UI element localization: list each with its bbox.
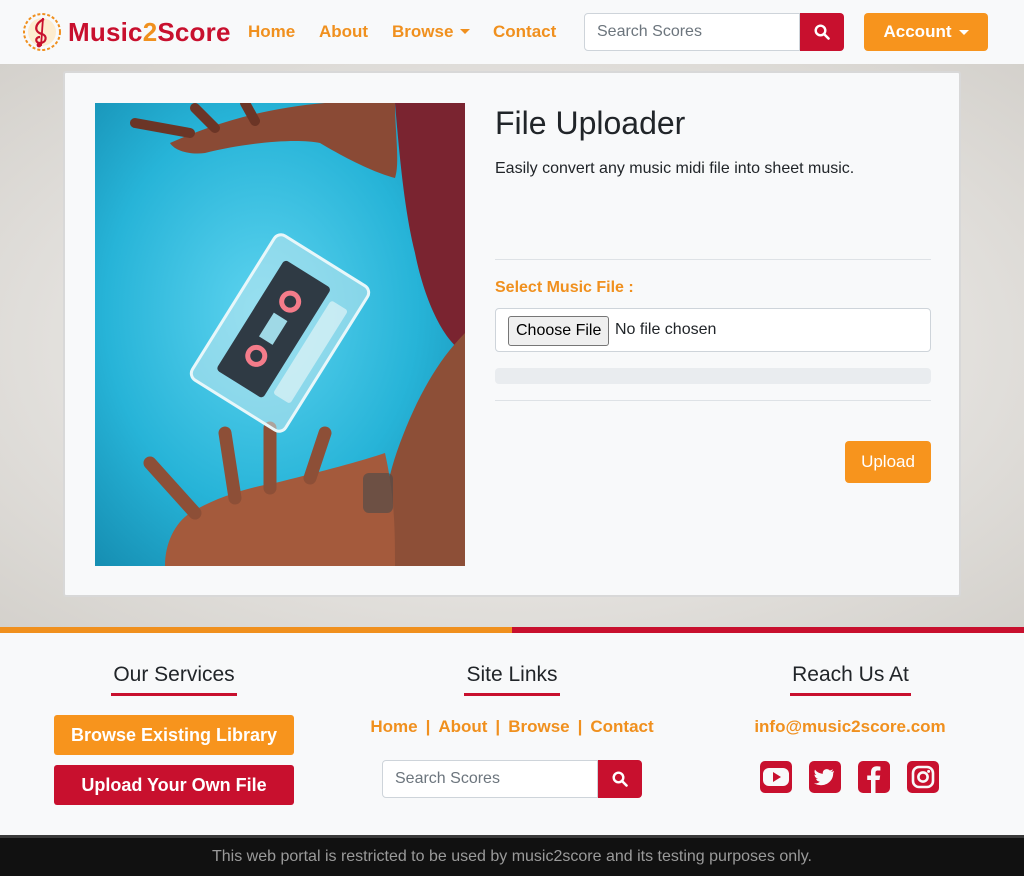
brand-part-music: Music — [68, 16, 143, 47]
uploader-card: File Uploader Easily convert any music m… — [63, 71, 961, 597]
cassette-illustration — [95, 103, 465, 566]
divider — [495, 400, 931, 401]
chevron-down-icon — [460, 29, 471, 34]
account-label: Account — [883, 22, 952, 41]
file-status-text: No file chosen — [615, 321, 717, 338]
footer-search-button[interactable] — [598, 760, 642, 798]
top-navbar: Music2Score Home About Browse Contact Ac… — [0, 0, 1024, 64]
nav-about-link[interactable]: About — [319, 22, 368, 42]
upload-own-file-button[interactable]: Upload Your Own File — [54, 765, 294, 805]
nav-search-input[interactable] — [584, 13, 800, 51]
site-links-heading: Site Links — [464, 663, 560, 696]
search-icon — [612, 771, 628, 787]
brand[interactable]: Music2Score — [22, 12, 231, 52]
usage-notice: This web portal is restricted to be used… — [212, 848, 812, 865]
account-dropdown-button[interactable]: Account — [864, 13, 988, 51]
file-input[interactable]: Choose File No file chosen — [495, 308, 931, 352]
contact-email-link[interactable]: info@music2score.com — [700, 717, 1000, 737]
brand-part-2: 2 — [142, 16, 158, 47]
file-uploader-panel: File Uploader Easily convert any music m… — [495, 103, 931, 483]
upload-button[interactable]: Upload — [845, 441, 931, 483]
music-note-logo-icon — [23, 13, 61, 51]
select-file-label: Select Music File : — [495, 279, 634, 296]
divider — [495, 259, 931, 260]
footer-browse-link[interactable]: Browse — [508, 717, 569, 736]
nav-browse-label: Browse — [392, 22, 454, 41]
twitter-icon[interactable] — [808, 760, 842, 794]
link-separator: | — [495, 717, 501, 736]
brand-part-score: Score — [157, 16, 231, 47]
nav-search-form — [584, 13, 844, 51]
choose-file-button[interactable]: Choose File — [508, 316, 610, 346]
nav-browse-dropdown[interactable]: Browse — [392, 22, 471, 42]
reach-us-heading: Reach Us At — [790, 663, 911, 696]
brand-name: Music2Score — [68, 17, 231, 48]
footer-search-input[interactable] — [382, 760, 598, 798]
nav-contact-link[interactable]: Contact — [493, 22, 556, 42]
instagram-icon[interactable] — [906, 760, 940, 794]
facebook-icon[interactable] — [857, 760, 891, 794]
search-icon — [814, 24, 830, 40]
services-heading: Our Services — [111, 663, 237, 696]
footer-links: Home | About | Browse | Contact — [340, 717, 684, 737]
uploader-subtitle: Easily convert any music midi file into … — [495, 160, 855, 177]
footer-search-form — [382, 760, 642, 798]
link-separator: | — [425, 717, 431, 736]
upload-progress-bar — [495, 368, 931, 384]
nav-home-link[interactable]: Home — [248, 22, 295, 42]
footer-contact-link[interactable]: Contact — [590, 717, 653, 736]
link-separator: | — [577, 717, 583, 736]
nav-search-button[interactable] — [800, 13, 844, 51]
main-background: File Uploader Easily convert any music m… — [0, 64, 1024, 627]
chevron-down-icon — [958, 29, 969, 35]
uploader-title: File Uploader — [495, 105, 686, 141]
browse-library-button[interactable]: Browse Existing Library — [54, 715, 294, 755]
youtube-icon[interactable] — [759, 760, 793, 794]
footer: Our Services Site Links Reach Us At Brow… — [0, 633, 1024, 835]
cassette-hands-image — [95, 103, 465, 566]
copyright-bar: This web portal is restricted to be used… — [0, 835, 1024, 876]
footer-about-link[interactable]: About — [438, 717, 487, 736]
footer-home-link[interactable]: Home — [370, 717, 417, 736]
